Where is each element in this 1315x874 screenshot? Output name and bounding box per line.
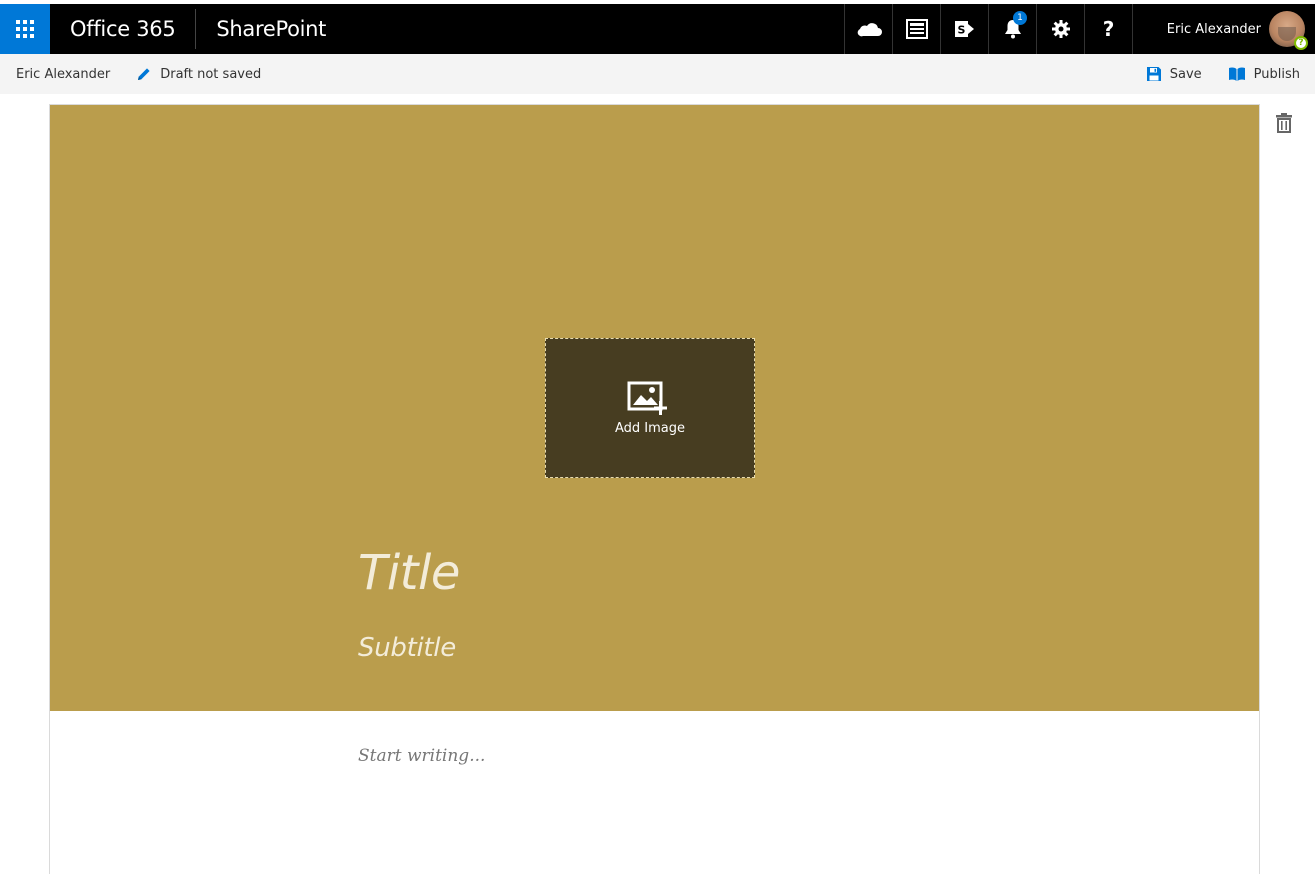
suite-bar: Office 365 SharePoint S 1 ? Eric Alexand… [0,0,1315,54]
publish-label: Publish [1253,66,1300,82]
sites-icon: S [954,21,974,37]
svg-text:S: S [957,24,965,37]
save-button[interactable]: Save [1146,66,1202,82]
onedrive-cloud-icon [857,23,882,37]
body-text-editor[interactable]: Start writing... [358,746,485,766]
onedrive-button[interactable] [845,4,893,54]
publish-book-icon [1228,67,1245,81]
page-author: Eric Alexander [16,66,111,82]
newsfeed-button[interactable] [893,4,941,54]
settings-button[interactable] [1037,4,1085,54]
draft-status-text: Draft not saved [160,66,262,82]
sites-button[interactable]: S [941,4,989,54]
add-image-label: Add Image [614,420,685,436]
sharepoint-app-link[interactable]: SharePoint [196,4,326,54]
user-name: Eric Alexander [1166,21,1261,37]
title-region: Add Image Title Subtitle [50,105,1259,711]
page-subtitle-input[interactable]: Subtitle [358,633,456,663]
save-label: Save [1169,66,1202,82]
add-image-icon [627,381,667,415]
user-account-button[interactable]: Eric Alexander ? [1133,4,1315,54]
publish-button[interactable]: Publish [1228,66,1300,82]
newsfeed-icon [905,19,928,39]
save-floppy-icon [1146,67,1161,81]
page-title-input[interactable]: Title [358,545,460,601]
notifications-button[interactable]: 1 [989,4,1037,54]
app-launcher-button[interactable] [0,4,50,54]
waffle-icon [16,20,34,38]
help-icon: ? [1102,17,1115,41]
notification-count-badge: 1 [1013,11,1027,25]
trash-icon [1276,113,1292,133]
suite-bar-icon-group: S 1 ? [844,4,1133,54]
add-image-button[interactable]: Add Image [545,338,755,478]
command-bar: Eric Alexander Draft not saved Save Publ… [0,54,1315,94]
pencil-icon [138,68,150,80]
avatar: ? [1269,11,1308,50]
settings-gear-icon [1051,20,1070,38]
presence-status-icon: ? [1294,36,1308,50]
delete-button[interactable] [1274,111,1294,135]
office365-brand-link[interactable]: Office 365 [50,4,195,54]
draft-status: Draft not saved [136,66,261,82]
help-button[interactable]: ? [1085,4,1133,54]
